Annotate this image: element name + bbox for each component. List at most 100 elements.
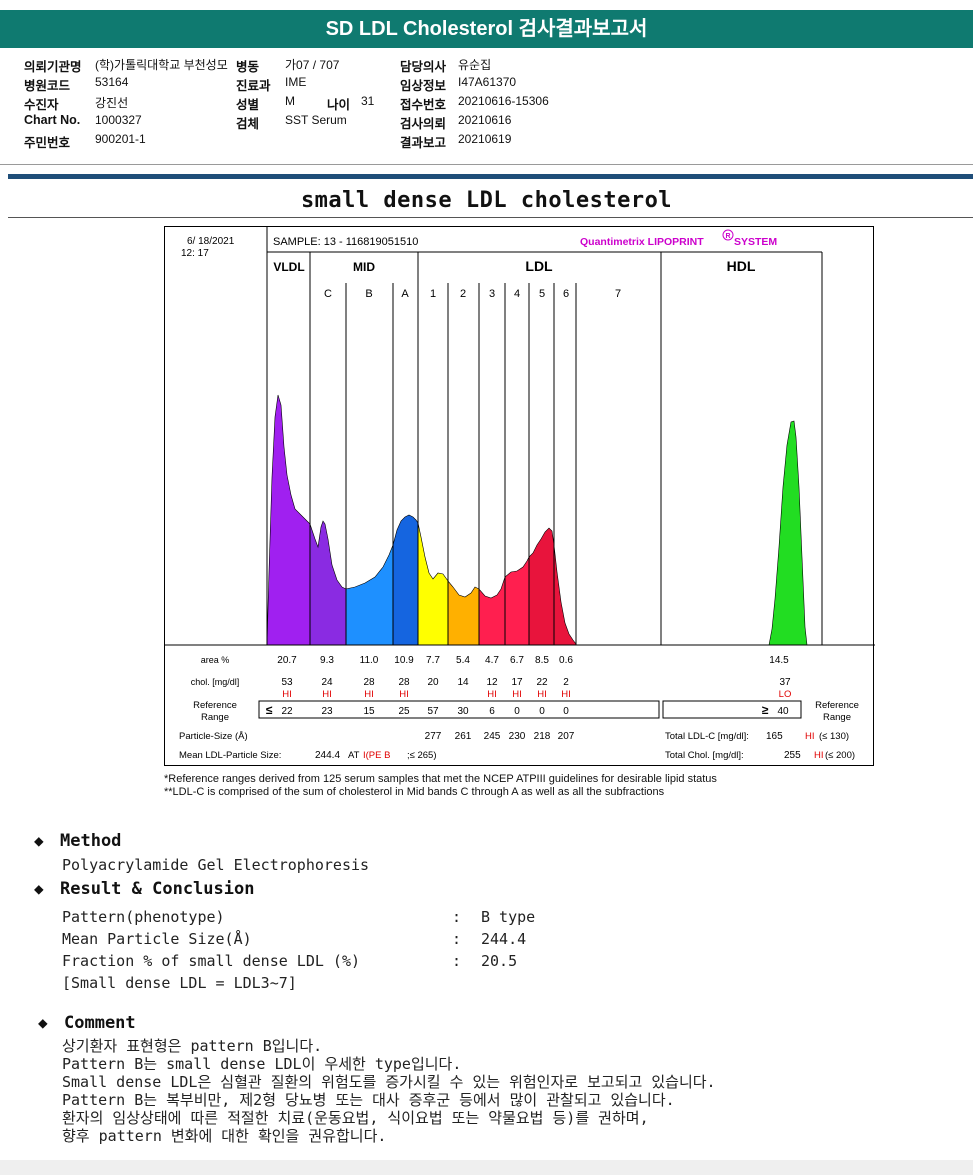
band-label: 3 <box>489 288 495 300</box>
area-value: 20.7 <box>277 655 297 666</box>
result-value: 244.4 <box>481 930 527 948</box>
group-label-mid: MID <box>353 260 375 274</box>
result-label: Mean Particle Size(Å) <box>62 930 252 948</box>
reference-value: 25 <box>398 706 410 717</box>
info-label: 수진자 <box>24 98 59 112</box>
comment-heading: ◆ Comment <box>38 1013 136 1033</box>
info-row: 의뢰기관명 (학)가톨릭대학교 부천성모 병동 가07 / 707 담당의사 유… <box>24 56 964 75</box>
hdl-area-value: 14.5 <box>769 655 789 666</box>
result-heading-text: Result & Conclusion <box>60 879 255 899</box>
fraction-area <box>504 556 530 646</box>
band-label: 6 <box>563 288 569 300</box>
reference-value: 0 <box>539 706 545 717</box>
reference-value: 15 <box>363 706 375 717</box>
fraction-area <box>266 394 311 646</box>
total-chol-limit: (≤ 200) <box>825 750 855 761</box>
info-value: 20210616 <box>458 113 512 127</box>
method-text: Polyacrylamide Gel Electrophoresis <box>62 856 370 874</box>
reference-label: Reference <box>815 700 859 711</box>
divider <box>8 217 973 218</box>
total-ldl-limit: (≤ 130) <box>819 731 849 742</box>
info-label: 임상정보 <box>400 79 447 93</box>
info-value: SST Serum <box>285 113 347 127</box>
group-label-hdl: HDL <box>727 258 756 274</box>
fraction-area <box>309 520 347 646</box>
total-chol-value: 255 <box>784 750 801 761</box>
info-label: 나이 <box>327 98 351 112</box>
chol-value: 2 <box>563 677 569 688</box>
area-value: 0.6 <box>559 655 573 666</box>
area-value: 6.7 <box>510 655 524 666</box>
particle-size-value: 245 <box>484 731 501 742</box>
run-time: 12: 17 <box>181 248 209 259</box>
hdl-chol-value: 37 <box>779 677 791 688</box>
info-value: (학)가톨릭대학교 부천성모 <box>95 58 228 72</box>
total-ldl-label: Total LDL-C [mg/dl]: <box>665 731 749 742</box>
fraction-area <box>417 522 449 646</box>
info-value: 900201-1 <box>95 132 146 146</box>
info-row: Chart No. 1000327 검체 SST Serum 검사의뢰 2021… <box>24 113 964 132</box>
particle-size-value: 261 <box>455 731 472 742</box>
page-bottom-band <box>0 1160 973 1175</box>
chol-flag: HI <box>282 689 292 700</box>
reference-value: 22 <box>281 706 293 717</box>
mean-type: I(PE B <box>363 750 390 761</box>
area-value: 10.9 <box>394 655 414 666</box>
info-value: IME <box>285 75 307 89</box>
chol-flag: HI <box>537 689 547 700</box>
lipoprint-chart: 6/ 18/202112: 17 SAMPLE: 13 - 11681905151… <box>165 227 875 761</box>
hdl-reference-symbol: ≥ <box>762 703 769 717</box>
reference-label: Range <box>823 712 851 723</box>
info-label: 접수번호 <box>400 98 447 112</box>
reference-symbol: ≤ <box>266 703 273 717</box>
area-value: 9.3 <box>320 655 334 666</box>
report-header-title: SD LDL Cholesterol 검사결과보고서 <box>0 10 973 48</box>
fraction-area <box>553 544 577 646</box>
brand-suffix: SYSTEM <box>734 236 777 248</box>
info-label: 담당의사 <box>400 60 447 74</box>
chol-value: 12 <box>486 677 498 688</box>
info-value: 31 <box>361 94 375 108</box>
result-label: Pattern(phenotype) <box>62 908 225 926</box>
band-label: C <box>324 288 332 300</box>
info-label: 주민번호 <box>24 136 71 150</box>
chol-value: 24 <box>321 677 333 688</box>
reference-label: Reference <box>193 700 237 711</box>
particle-size-label: Particle-Size (Å) <box>179 731 248 742</box>
reference-value: 57 <box>427 706 439 717</box>
diamond-bullet-icon: ◆ <box>38 1013 48 1032</box>
fraction-area <box>768 420 808 646</box>
info-row: 병원코드 53164 진료과 IME 임상정보 I47A61370 <box>24 75 964 94</box>
chol-flag: HI <box>561 689 571 700</box>
mean-size-label: Mean LDL-Particle Size: <box>179 750 281 761</box>
info-value: 53164 <box>95 75 129 89</box>
diamond-bullet-icon: ◆ <box>34 831 44 850</box>
area-value: 5.4 <box>456 655 470 666</box>
fraction-area <box>447 580 480 646</box>
total-ldl-value: 165 <box>766 731 783 742</box>
divider <box>8 174 973 179</box>
footnote: *Reference ranges derived from 125 serum… <box>164 773 717 785</box>
chol-value: 14 <box>457 677 469 688</box>
particle-size-value: 277 <box>425 731 442 742</box>
band-label: A <box>401 288 409 300</box>
band-label: 2 <box>460 288 466 300</box>
chol-flag: HI <box>322 689 332 700</box>
info-value: I47A61370 <box>458 75 517 89</box>
area-value: 11.0 <box>360 655 379 666</box>
chol-value: 20 <box>427 677 439 688</box>
method-heading-text: Method <box>60 831 122 851</box>
electrophoresis-curves <box>266 394 808 646</box>
area-value: 7.7 <box>426 655 440 666</box>
result-colon: : <box>452 930 462 948</box>
chol-value: 28 <box>398 677 410 688</box>
registered-mark-letter: R <box>725 233 730 240</box>
chol-flag: HI <box>364 689 374 700</box>
particle-size-value: 218 <box>534 731 551 742</box>
mean-type-limit: ;≤ 265) <box>407 750 437 761</box>
method-heading: ◆ Method <box>34 831 121 851</box>
footnote: **LDL-C is comprised of the sum of chole… <box>164 786 665 798</box>
particle-size-value: 230 <box>509 731 526 742</box>
band-label: 7 <box>615 288 621 300</box>
info-value: M <box>285 94 295 108</box>
